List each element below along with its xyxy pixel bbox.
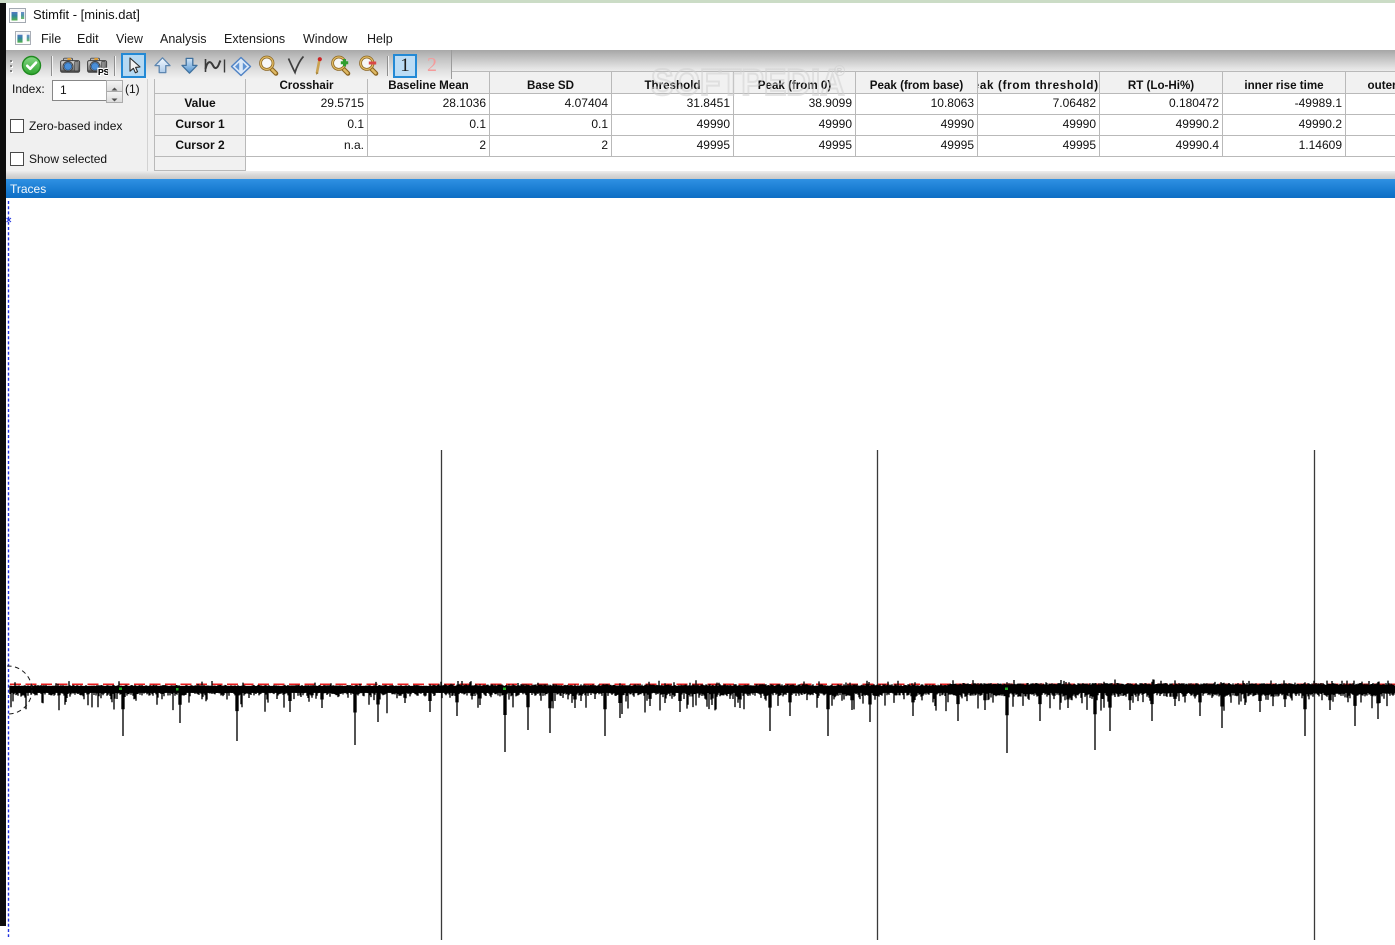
svg-text:PS: PS [98, 67, 108, 76]
